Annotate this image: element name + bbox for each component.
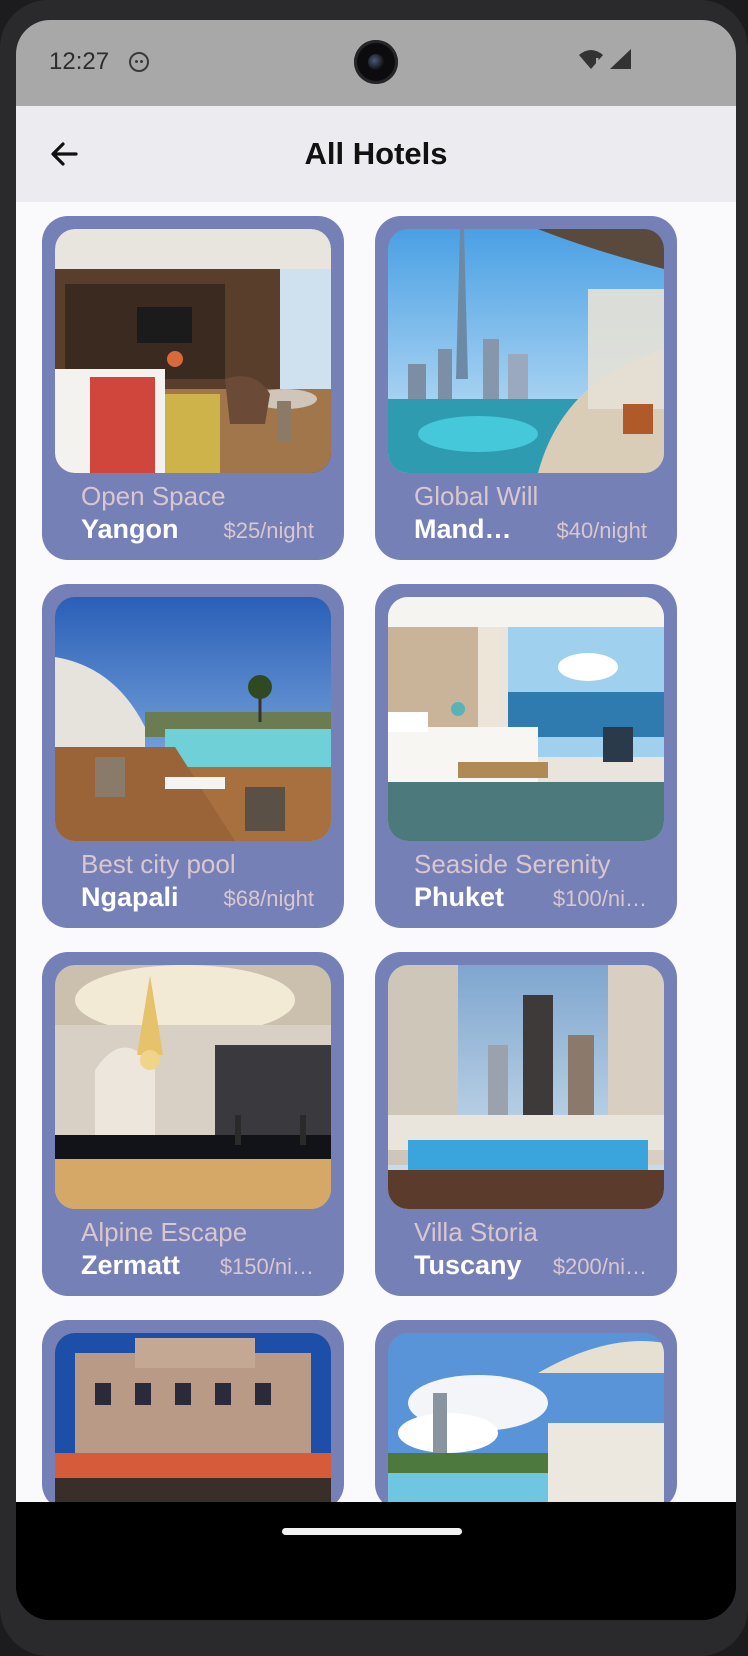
hotel-image bbox=[55, 229, 331, 473]
hotel-city: Zermatt bbox=[81, 1250, 181, 1280]
hotel-price: $200/ni… bbox=[552, 1254, 647, 1279]
signal-icon bbox=[610, 49, 631, 69]
hotel-card[interactable] bbox=[42, 1320, 344, 1502]
hotel-card[interactable]: Alpine Escape Zermatt $150/ni… bbox=[42, 952, 344, 1296]
face-icon bbox=[129, 52, 149, 72]
hotel-grid: Open Space Yangon $25/night Global Will … bbox=[42, 216, 722, 1502]
navigation-bar bbox=[16, 1502, 736, 1620]
hotel-name: Open Space bbox=[81, 481, 226, 511]
hotel-image bbox=[388, 229, 664, 473]
hotel-name: Seaside Serenity bbox=[414, 849, 611, 879]
hotel-price: $68/night bbox=[223, 886, 314, 911]
hotel-card[interactable] bbox=[375, 1320, 677, 1502]
hotel-city: Ngapali bbox=[81, 882, 179, 912]
page-title: All Hotels bbox=[304, 136, 448, 171]
hotel-name: Global Will bbox=[414, 481, 539, 511]
hotel-city: Mand… bbox=[414, 514, 512, 544]
hotel-image bbox=[388, 597, 664, 841]
hotel-price: $40/night bbox=[556, 518, 647, 543]
hotel-price: $25/night bbox=[223, 518, 314, 543]
hotel-city: Tuscany bbox=[414, 1250, 522, 1280]
hotel-price: $100/ni… bbox=[552, 886, 647, 911]
app-bar: All Hotels bbox=[16, 106, 736, 202]
hotel-image bbox=[388, 1333, 664, 1502]
hotel-city: Phuket bbox=[414, 882, 505, 912]
hotel-card[interactable]: Seaside Serenity Phuket $100/ni… bbox=[375, 584, 677, 928]
hotel-name: Villa Storia bbox=[414, 1217, 538, 1247]
hotel-image bbox=[55, 597, 331, 841]
home-indicator[interactable] bbox=[282, 1528, 462, 1535]
hotel-card[interactable]: Villa Storia Tuscany $200/ni… bbox=[375, 952, 677, 1296]
hotel-card[interactable]: Global Will Mand… $40/night bbox=[375, 216, 677, 560]
hotel-list[interactable]: Open Space Yangon $25/night Global Will … bbox=[16, 202, 736, 1502]
hotel-city: Yangon bbox=[81, 514, 179, 544]
wifi-icon bbox=[579, 50, 603, 69]
hotel-image bbox=[55, 1333, 331, 1502]
hotel-card[interactable]: Open Space Yangon $25/night bbox=[42, 216, 344, 560]
status-time: 12:27 bbox=[49, 48, 110, 75]
hotel-image bbox=[388, 965, 664, 1209]
hotel-card[interactable]: Best city pool Ngapali $68/night bbox=[42, 584, 344, 928]
status-bar: 12:27 bbox=[16, 20, 736, 106]
hotel-name: Best city pool bbox=[81, 849, 236, 879]
device-frame: 12:27 All Hotels Open Space Yangon $25/n… bbox=[0, 0, 748, 1656]
screen: 12:27 All Hotels Open Space Yangon $25/n… bbox=[16, 20, 736, 1620]
camera-cutout bbox=[354, 40, 398, 84]
hotel-price: $150/ni… bbox=[219, 1254, 314, 1279]
hotel-name: Alpine Escape bbox=[81, 1217, 248, 1247]
hotel-image bbox=[55, 965, 331, 1209]
